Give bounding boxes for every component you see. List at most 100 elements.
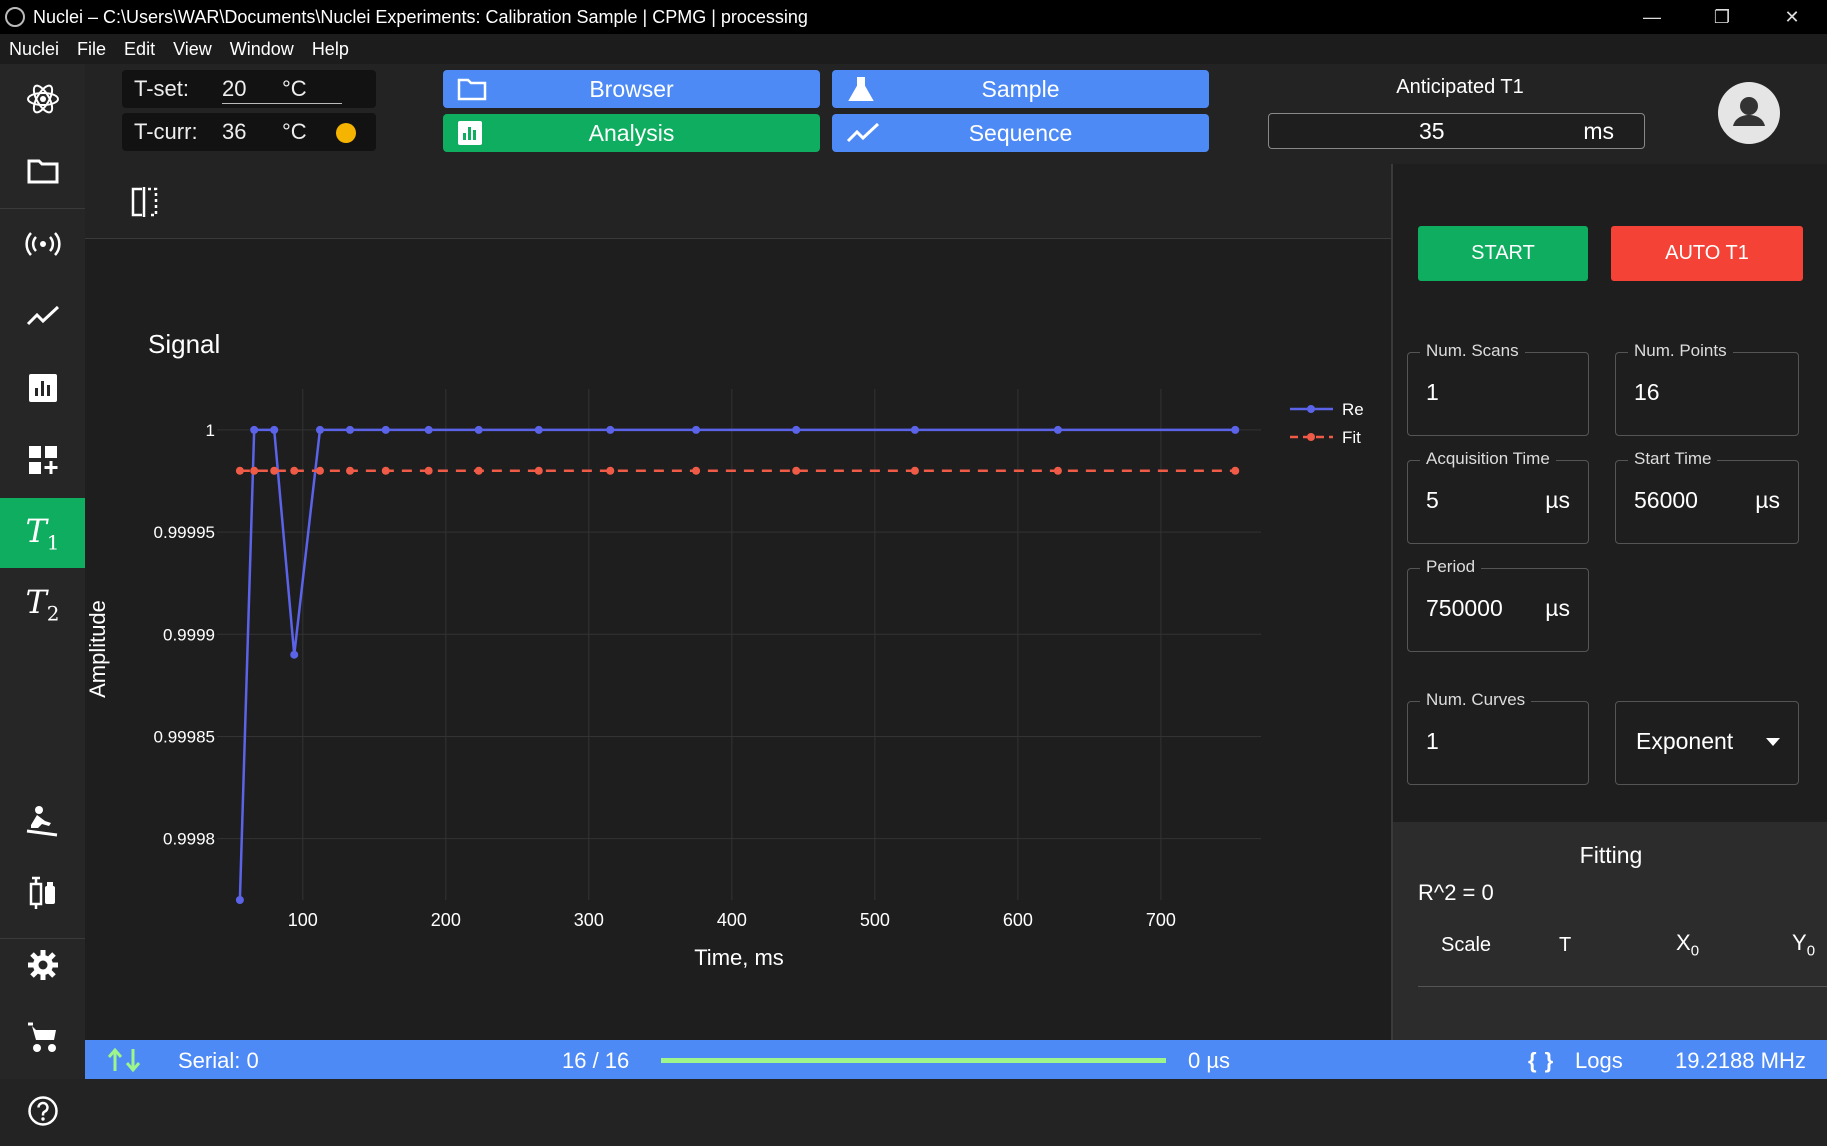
sidebar-item-browser[interactable]: [0, 136, 85, 206]
x-tick-label: 600: [1003, 910, 1033, 930]
analysis-button[interactable]: Analysis: [443, 114, 820, 152]
sample-button[interactable]: Sample: [832, 70, 1209, 108]
period-value: 750000: [1426, 595, 1503, 621]
close-button[interactable]: ✕: [1757, 0, 1827, 34]
sidebar-item-trend[interactable]: [0, 281, 85, 351]
dashboard-add-icon: [28, 446, 57, 474]
minimize-button[interactable]: —: [1617, 0, 1687, 34]
sidebar-item-settings[interactable]: [0, 930, 85, 1000]
trend-icon: [26, 305, 59, 326]
num-points-label: Num. Points: [1628, 341, 1733, 361]
acquisition-time-value: 5: [1426, 487, 1439, 513]
sidebar-item-help[interactable]: [0, 1076, 85, 1146]
menu-window[interactable]: Window: [230, 39, 294, 60]
data-point-fit: [270, 466, 279, 475]
y-tick-label: 0.9999: [163, 625, 215, 644]
fitting-col-scale: Scale: [1441, 934, 1492, 956]
chart-title: Signal: [148, 329, 220, 359]
menu-view[interactable]: View: [173, 39, 212, 60]
braces-icon[interactable]: { }: [1528, 1048, 1554, 1074]
signal-chart: Signal 100 200 300 400 500 600 700 1 0.99995 0.999…: [85, 329, 1364, 970]
sequence-button-label: Sequence: [968, 119, 1073, 146]
num-points-value: 16: [1634, 379, 1660, 405]
menu-nuclei[interactable]: Nuclei: [9, 39, 59, 60]
anticipated-t1-unit: ms: [1583, 118, 1614, 144]
sidebar-item-t2[interactable]: T2: [0, 569, 85, 639]
data-point-re: [692, 425, 701, 434]
t-set-value: 20: [222, 76, 247, 101]
sidebar-item-dashboard[interactable]: [0, 425, 85, 495]
x-tick-label: 100: [288, 910, 318, 930]
data-point-re: [606, 425, 615, 434]
browser-button[interactable]: Browser: [443, 70, 820, 108]
sequence-button[interactable]: Sequence: [832, 114, 1209, 152]
data-point-re: [1053, 425, 1062, 434]
legend-label-re: Re: [1342, 400, 1364, 419]
data-point-fit: [1053, 466, 1062, 475]
period-field[interactable]: Period 750000 µs: [1407, 557, 1589, 652]
title-bar: Nuclei – C:\Users\WAR\Documents\Nuclei E…: [0, 0, 1827, 34]
menu-file[interactable]: File: [77, 39, 106, 60]
data-point-re: [474, 425, 483, 434]
fitting-r2: R^2 = 0: [1418, 880, 1494, 905]
browser-button-label: Browser: [589, 75, 674, 102]
y-tick-label: 0.9998: [163, 830, 215, 849]
sidebar-item-t1[interactable]: T1: [0, 498, 85, 568]
user-icon: [1733, 97, 1765, 126]
trend-icon: [846, 122, 880, 143]
sidebar-item-vaccine[interactable]: [0, 858, 85, 928]
t-curr-label: T-curr:: [134, 119, 198, 144]
temperature-status-indicator: [336, 123, 356, 143]
curve-type-select[interactable]: Exponent: [1615, 701, 1799, 785]
x-tick-label: 200: [431, 910, 461, 930]
num-scans-value: 1: [1426, 379, 1439, 405]
t-curr-box: T-curr: 36 °C: [122, 113, 376, 151]
sidebar-item-sledding[interactable]: [0, 786, 85, 856]
sidebar-item-stroller[interactable]: [0, 1003, 85, 1073]
vaccine-icon: [29, 876, 55, 909]
transfer-arrows-icon: [107, 1047, 141, 1073]
start-time-field[interactable]: Start Time 56000 µs: [1615, 449, 1799, 544]
legend-marker-fit: [1307, 433, 1315, 441]
data-point-re: [792, 425, 801, 434]
menu-help[interactable]: Help: [312, 39, 349, 60]
data-point-fit: [346, 466, 355, 475]
split-view-icon[interactable]: [130, 186, 160, 218]
fitting-section: Fitting R^2 = 0 Scale T X0 Y0: [1393, 822, 1827, 1040]
sidebar: T1 T2: [0, 64, 85, 1126]
num-points-field[interactable]: Num. Points 16: [1615, 341, 1799, 436]
progress-track: [661, 1058, 1166, 1063]
x-axis-label: Time, ms: [694, 945, 784, 970]
acquisition-time-field[interactable]: Acquisition Time 5 µs: [1407, 449, 1589, 544]
num-scans-field[interactable]: Num. Scans 1: [1407, 341, 1589, 436]
data-point-fit: [250, 466, 259, 475]
sidebar-item-broadcast[interactable]: [0, 209, 85, 279]
start-time-value: 56000: [1634, 487, 1698, 513]
stroller-icon: [27, 1022, 56, 1052]
acquisition-time-label: Acquisition Time: [1420, 449, 1556, 469]
start-button[interactable]: START: [1418, 226, 1588, 281]
broadcast-icon: [24, 232, 61, 256]
chart-panel: Signal 100 200 300 400 500 600 700 1 0.99995 0.999…: [85, 164, 1391, 1040]
num-curves-value: 1: [1426, 728, 1439, 754]
period-unit: µs: [1545, 595, 1570, 621]
anticipated-t1-input[interactable]: 35 ms: [1268, 113, 1645, 149]
serial-status: Serial: 0: [178, 1048, 259, 1073]
menu-edit[interactable]: Edit: [124, 39, 155, 60]
data-point-fit: [1231, 466, 1240, 475]
auto-t1-button[interactable]: AUTO T1: [1611, 226, 1803, 281]
t-set-input[interactable]: 20 °C: [222, 76, 342, 104]
fitting-col-x0: X0: [1676, 930, 1700, 960]
t-curr-display: 36 °C: [222, 119, 342, 147]
sidebar-item-nuclei[interactable]: [0, 64, 85, 134]
avatar[interactable]: [1718, 82, 1780, 144]
logs-button[interactable]: Logs: [1575, 1048, 1623, 1074]
frequency-display: 19.2188 MHz: [1675, 1048, 1806, 1073]
y-tick-label: 0.99985: [154, 727, 215, 746]
sidebar-item-analytics[interactable]: [0, 353, 85, 423]
num-curves-field[interactable]: Num. Curves 1: [1407, 690, 1589, 785]
menu-bar: Nuclei File Edit View Window Help: [0, 34, 1827, 64]
elapsed-time: 0 µs: [1188, 1048, 1231, 1073]
maximize-button[interactable]: ❐: [1687, 0, 1757, 34]
data-point-fit: [290, 466, 299, 475]
